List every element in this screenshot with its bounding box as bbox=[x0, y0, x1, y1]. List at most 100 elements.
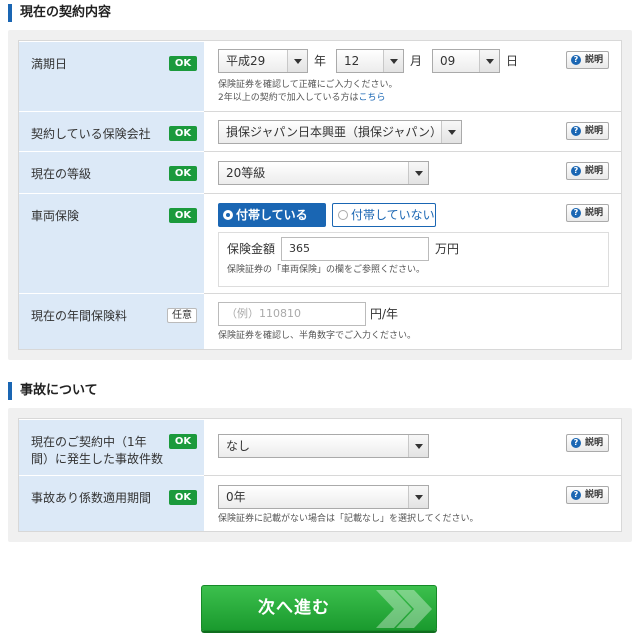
question-icon: ? bbox=[571, 55, 581, 65]
question-icon: ? bbox=[571, 490, 581, 500]
insurer-content: 損保ジャパン日本興亜（損保ジャパン） ? 説明 bbox=[204, 111, 621, 151]
grade-help-button[interactable]: ? 説明 bbox=[566, 162, 609, 180]
row-accident-count: 現在のご契約中（1年 間）に発生した事故件数 OK なし ? 説明 bbox=[19, 419, 621, 475]
grade-content: 20等級 ? 説明 bbox=[204, 151, 621, 193]
vehicle-option-off-radio[interactable]: 付帯していない bbox=[332, 203, 436, 227]
expiry-more-link[interactable]: こちら bbox=[358, 93, 385, 103]
ok-badge: OK bbox=[169, 490, 197, 505]
row-vehicle: 車両保険 OK 付帯している 付帯していない 保険金額 365 万円 保険証券の… bbox=[19, 193, 621, 293]
amount-note: 保険証券の「車両保険」の欄をご参照ください。 bbox=[227, 265, 426, 275]
chevron-down-icon bbox=[383, 50, 403, 72]
label-cell: 車両保険 OK bbox=[19, 193, 204, 293]
accident-panel: 現在のご契約中（1年 間）に発生した事故件数 OK なし ? 説明 事故あり係数… bbox=[8, 408, 632, 542]
grade-label: 現在の等級 bbox=[31, 167, 92, 181]
grade-value: 20等級 bbox=[226, 166, 266, 180]
row-grade: 現在の等級 OK 20等級 ? 説明 bbox=[19, 151, 621, 193]
radio-unchecked-icon bbox=[338, 210, 348, 220]
question-icon: ? bbox=[571, 126, 581, 136]
vehicle-option-on-label: 付帯している bbox=[236, 208, 308, 222]
premium-unit: 円/年 bbox=[370, 307, 399, 321]
accident-period-content: 0年 保険証券に記載がない場合は「記載なし」を選択してください。 ? 説明 bbox=[204, 475, 621, 531]
accident-form: 現在のご契約中（1年 間）に発生した事故件数 OK なし ? 説明 事故あり係数… bbox=[18, 418, 622, 532]
accident-period-note: 保険証券に記載がない場合は「記載なし」を選択してください。 bbox=[218, 514, 479, 524]
optional-badge: 任意 bbox=[167, 308, 197, 323]
help-label: 説明 bbox=[585, 126, 604, 136]
row-accident-period: 事故あり係数適用期間 OK 0年 保険証券に記載がない場合は「記載なし」を選択し… bbox=[19, 475, 621, 531]
accident-period-select[interactable]: 0年 bbox=[218, 485, 429, 509]
help-label: 説明 bbox=[585, 490, 604, 500]
help-label: 説明 bbox=[585, 208, 604, 218]
expiry-help-button[interactable]: ? 説明 bbox=[566, 51, 609, 69]
ok-badge: OK bbox=[169, 56, 197, 71]
expiry-month-value: 12 bbox=[344, 54, 360, 68]
label-cell: 契約している保険会社 OK bbox=[19, 111, 204, 151]
chevron-down-icon bbox=[441, 121, 461, 143]
expiry-day-unit: 日 bbox=[506, 54, 519, 68]
accident-count-label-2: 間）に発生した事故件数 bbox=[31, 452, 164, 466]
question-icon: ? bbox=[571, 166, 581, 176]
accident-period-label: 事故あり係数適用期間 bbox=[31, 491, 152, 505]
chevron-down-icon bbox=[408, 162, 428, 184]
chevron-down-icon bbox=[408, 435, 428, 457]
question-icon: ? bbox=[571, 208, 581, 218]
grade-select[interactable]: 20等級 bbox=[218, 161, 429, 185]
expiry-era-value: 平成29 bbox=[226, 54, 266, 68]
ok-badge: OK bbox=[169, 208, 197, 223]
premium-input[interactable]: （例）110810 bbox=[218, 302, 366, 326]
next-button[interactable]: 次へ進む bbox=[201, 585, 437, 631]
expiry-day-value: 09 bbox=[440, 54, 456, 68]
expiry-month-select[interactable]: 12 bbox=[336, 49, 404, 73]
row-premium: 現在の年間保険料 任意 （例）110810 円/年 保険証券を確認し、半角数字で… bbox=[19, 293, 621, 349]
accident-count-help-button[interactable]: ? 説明 bbox=[566, 434, 609, 452]
vehicle-help-button[interactable]: ? 説明 bbox=[566, 204, 609, 222]
double-chevron-right-icon bbox=[376, 590, 432, 628]
expiry-era-unit: 年 bbox=[314, 54, 327, 68]
amount-unit: 万円 bbox=[435, 242, 460, 256]
next-button-label: 次へ進む bbox=[258, 598, 330, 618]
insurer-select[interactable]: 損保ジャパン日本興亜（損保ジャパン） bbox=[218, 120, 462, 144]
contract-panel: 満期日 OK 平成29 年 12 月 09 日 保険証券を確認して正確にご入力く… bbox=[8, 30, 632, 360]
accident-count-value: なし bbox=[226, 439, 251, 453]
ok-badge: OK bbox=[169, 434, 197, 449]
vehicle-option-on-radio[interactable]: 付帯している bbox=[218, 203, 326, 227]
chevron-down-icon bbox=[287, 50, 307, 72]
amount-input[interactable]: 365 bbox=[281, 237, 429, 261]
expiry-note-2-text: 2年以上の契約で加入している方は bbox=[218, 93, 359, 103]
insurer-label: 契約している保険会社 bbox=[31, 127, 151, 141]
accident-count-label: 現在のご契約中（1年 間）に発生した事故件数 bbox=[31, 434, 163, 468]
expiry-label: 満期日 bbox=[31, 57, 68, 71]
expiry-note-1: 保険証券を確認して正確にご入力ください。 bbox=[218, 80, 398, 90]
vehicle-option-off-label: 付帯していない bbox=[351, 208, 435, 222]
section-title-accident: 事故について bbox=[8, 382, 98, 400]
section-title-contract: 現在の契約内容 bbox=[8, 4, 111, 22]
chevron-down-icon bbox=[408, 486, 428, 508]
expiry-month-unit: 月 bbox=[410, 54, 423, 68]
help-label: 説明 bbox=[585, 166, 604, 176]
accident-count-select[interactable]: なし bbox=[218, 434, 429, 458]
help-label: 説明 bbox=[585, 438, 604, 448]
premium-label: 現在の年間保険料 bbox=[31, 309, 128, 323]
label-cell: 現在のご契約中（1年 間）に発生した事故件数 OK bbox=[19, 419, 204, 475]
vehicle-content: 付帯している 付帯していない 保険金額 365 万円 保険証券の「車両保険」の欄… bbox=[204, 193, 621, 293]
accident-count-label-1: 現在のご契約中（1年 bbox=[31, 435, 147, 449]
expiry-day-select[interactable]: 09 bbox=[432, 49, 500, 73]
accident-period-value: 0年 bbox=[226, 490, 246, 504]
label-cell: 満期日 OK bbox=[19, 41, 204, 111]
label-cell: 現在の年間保険料 任意 bbox=[19, 293, 204, 349]
row-expiry: 満期日 OK 平成29 年 12 月 09 日 保険証券を確認して正確にご入力く… bbox=[19, 41, 621, 111]
chevron-down-icon bbox=[479, 50, 499, 72]
question-icon: ? bbox=[571, 438, 581, 448]
ok-badge: OK bbox=[169, 126, 197, 141]
vehicle-amount-box: 保険金額 365 万円 保険証券の「車両保険」の欄をご参照ください。 bbox=[218, 232, 609, 287]
radio-checked-icon bbox=[223, 210, 233, 220]
label-cell: 現在の等級 OK bbox=[19, 151, 204, 193]
premium-content: （例）110810 円/年 保険証券を確認し、半角数字でご入力ください。 bbox=[204, 293, 621, 349]
amount-label: 保険金額 bbox=[227, 242, 276, 256]
insurer-help-button[interactable]: ? 説明 bbox=[566, 122, 609, 140]
accident-count-content: なし ? 説明 bbox=[204, 419, 621, 475]
premium-note: 保険証券を確認し、半角数字でご入力ください。 bbox=[218, 331, 417, 341]
vehicle-label: 車両保険 bbox=[31, 209, 80, 223]
accident-period-help-button[interactable]: ? 説明 bbox=[566, 486, 609, 504]
expiry-note-2: 2年以上の契約で加入している方はこちら bbox=[218, 92, 385, 105]
expiry-era-select[interactable]: 平成29 bbox=[218, 49, 308, 73]
